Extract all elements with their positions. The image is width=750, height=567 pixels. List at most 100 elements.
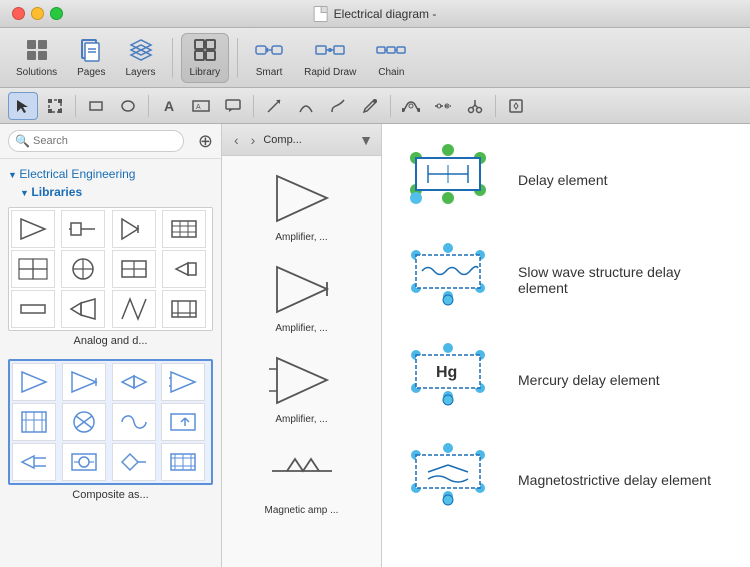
analog-cell-3[interactable] [112,210,156,248]
breadcrumb: Comp... [263,134,355,146]
text-box-tool[interactable]: A [186,92,216,120]
pen-tool[interactable] [355,92,385,120]
search-input-wrap: 🔍 [8,130,192,152]
close-button[interactable] [12,7,25,20]
title-bar: Electrical diagram - [0,0,750,28]
shape-label-amp1: Amplifier, ... [275,232,327,243]
draw-sep-1 [75,95,76,117]
element-preview-slow-wave [398,240,498,320]
nav-forward-button[interactable]: › [247,130,260,150]
analog-cell-7[interactable] [112,250,156,288]
solutions-label: Solutions [16,67,57,78]
draw-toolbar: A A [0,88,750,124]
comp-cell-5[interactable] [12,403,56,441]
comp-cell-7[interactable] [112,403,156,441]
comp-cell-10[interactable] [62,443,106,481]
middle-panel: ‹ › Comp... ▼ Amplifier, ... [222,124,382,567]
shape-preview-amp1 [262,168,342,228]
pages-label: Pages [77,67,105,78]
maximize-button[interactable] [50,7,63,20]
shape-label-amp3: Amplifier, ... [275,414,327,425]
comp-cell-8[interactable] [161,403,205,441]
resize-tool[interactable] [40,92,70,120]
search-input[interactable] [8,130,184,152]
text-tool[interactable]: A [154,92,184,120]
element-row-magnetostrictive: Magnetostrictive delay element [398,440,734,520]
toolbar-chain[interactable]: Chain [368,34,414,82]
toolbar-pages[interactable]: Pages [69,34,113,82]
comp-cell-11[interactable] [112,443,156,481]
select-tool[interactable] [8,92,38,120]
shape-label-mag1: Magnetic amp ... [265,505,339,516]
svg-text:Hg: Hg [436,364,457,381]
shape-item-amp3[interactable]: Amplifier, ... [226,346,377,429]
smart-icon [254,38,284,65]
library-icon [193,38,217,65]
toolbar-smart[interactable]: Smart [246,34,292,82]
breadcrumb-dropdown-button[interactable]: ▼ [359,132,373,148]
analog-cell-12[interactable] [162,290,206,328]
rectangle-tool[interactable] [81,92,111,120]
spline1-tool[interactable] [396,92,426,120]
comp-cell-4[interactable] [161,363,205,401]
shape-tool[interactable] [501,92,531,120]
window-title: Electrical diagram - [314,6,437,22]
analog-cell-6[interactable] [61,250,105,288]
shape-item-amp2[interactable]: Amplifier, ... [226,255,377,338]
analog-label: Analog and d... [8,335,213,347]
analog-cell-5[interactable] [11,250,55,288]
comp-cell-6[interactable] [62,403,106,441]
ellipse-tool[interactable] [113,92,143,120]
draw-sep-4 [390,95,391,117]
toolbar-layers[interactable]: Layers [118,34,164,82]
element-row-mercury: Hg Mercury delay element [398,340,734,420]
layers-label: Layers [126,67,156,78]
analog-cell-2[interactable] [61,210,105,248]
document-icon [314,6,328,22]
callout-tool[interactable] [218,92,248,120]
comp-cell-2[interactable] [62,363,106,401]
left-panel: 🔍 ⊕ Electrical Engineering Libraries [0,124,222,567]
element-row-slow-wave: Slow wave structure delay element [398,240,734,320]
shape-item-amp1[interactable]: Amplifier, ... [226,164,377,247]
composite-label: Composite as... [8,489,213,501]
pages-icon [79,38,103,65]
toolbar-library[interactable]: Library [181,33,230,83]
middle-header: ‹ › Comp... ▼ [222,124,381,156]
library-label: Library [190,67,221,78]
analog-cell-11[interactable] [112,290,156,328]
main-toolbar: Solutions Pages Layers [0,28,750,88]
shape-preview-amp3 [262,350,342,410]
search-extra-button[interactable]: ⊕ [198,131,213,152]
solutions-icon [25,38,49,65]
shape-item-mag1[interactable]: Magnetic amp ... [226,437,377,520]
comp-cell-1[interactable] [12,363,56,401]
toolbar-separator-2 [237,38,238,78]
layers-icon [129,38,153,65]
arc-tool[interactable] [291,92,321,120]
analog-cell-9[interactable] [11,290,55,328]
chain-label: Chain [378,67,404,78]
spline2-tool[interactable] [428,92,458,120]
analog-cell-4[interactable] [162,210,206,248]
element-name-delay: Delay element [518,172,734,188]
search-bar: 🔍 ⊕ [0,124,221,159]
analog-cell-1[interactable] [11,210,55,248]
tree-section-electrical[interactable]: Electrical Engineering [8,167,213,181]
line-tool[interactable] [259,92,289,120]
nav-back-button[interactable]: ‹ [230,130,243,150]
shape-label-amp2: Amplifier, ... [275,323,327,334]
toolbar-solutions[interactable]: Solutions [8,34,65,82]
toolbar-rapid-draw[interactable]: Rapid Draw [296,34,364,82]
tree-subsection-libraries[interactable]: Libraries [20,185,213,199]
smart-label: Smart [256,67,283,78]
comp-cell-12[interactable] [161,443,205,481]
analog-cell-10[interactable] [61,290,105,328]
analog-cell-8[interactable] [162,250,206,288]
minimize-button[interactable] [31,7,44,20]
scissors-tool[interactable] [460,92,490,120]
comp-cell-3[interactable] [112,363,156,401]
traffic-lights [12,7,63,20]
comp-cell-9[interactable] [12,443,56,481]
curve-tool[interactable] [323,92,353,120]
